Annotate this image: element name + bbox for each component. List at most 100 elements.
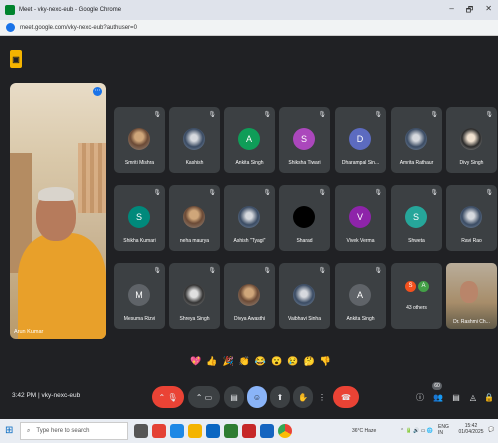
windows-start-icon[interactable]: ⊞ — [5, 425, 13, 436]
app-icon-1[interactable] — [152, 424, 166, 438]
participant-name: Ashish "Tyagi" — [233, 238, 266, 244]
participant-avatar — [460, 128, 482, 150]
chrome-icon[interactable] — [278, 424, 292, 438]
others-tile[interactable]: S A 43 others — [391, 263, 442, 329]
reactions-button[interactable]: ☺ — [247, 386, 267, 408]
participant-tile[interactable]: 🎙 Kashish — [169, 107, 220, 173]
participant-name: Vaibhavi Sinha — [288, 316, 321, 322]
participant-tile[interactable]: 🎙 Smriti Mishra — [114, 107, 165, 173]
participant-count-badge: 60 — [432, 382, 442, 390]
self-view-tile[interactable]: ⋯ Arun Kumar — [10, 83, 106, 339]
host-controls-button[interactable]: 🔒 — [482, 386, 496, 408]
meeting-info: 3:42 PM | vky-nexc-eub — [12, 392, 80, 399]
system-tray-icons[interactable]: ⌃ 🔋 🔊 ▭ 🌐 — [400, 428, 433, 434]
meeting-code: vky-nexc-eub — [41, 392, 81, 399]
camera-button[interactable]: ⌃ ▭ — [188, 386, 220, 408]
participant-tile[interactable]: 🎙 S Shikha Kumari — [114, 185, 165, 251]
more-options-icon[interactable]: ⋯ — [93, 87, 102, 96]
info-button[interactable]: ⓘ — [413, 386, 427, 408]
leave-call-button[interactable]: ☎ — [333, 386, 359, 408]
participant-name: Ravi Rao — [461, 238, 482, 244]
participant-avatar — [183, 284, 205, 306]
mic-off-icon: ⌃ 🎙 — [158, 392, 178, 402]
reaction-emoji[interactable]: 😂 — [255, 356, 266, 368]
participant-avatar — [183, 128, 205, 150]
participant-tile[interactable]: 🎙 Vaibhavi Sinha — [279, 263, 330, 329]
mic-off-icon: 🎙 — [263, 268, 271, 274]
participant-name: Vivek Verma — [346, 238, 375, 244]
search-icon: ⌕ — [27, 427, 31, 434]
participant-tile[interactable]: 🎙 Ashish "Tyagi" — [224, 185, 275, 251]
edge-icon[interactable] — [170, 424, 184, 438]
window-title: Meet - vky-nexc-eub - Google Chrome — [19, 7, 122, 13]
language-indicator[interactable]: ENG IN — [438, 424, 449, 436]
participant-tile[interactable]: 🎙 M Mesuma Rizvi — [114, 263, 165, 329]
people-icon: 👥 — [433, 392, 443, 402]
participant-avatar: D — [349, 128, 371, 150]
participant-tile[interactable]: 🎙 Divya Awasthi — [224, 263, 275, 329]
chat-button[interactable]: ▤ — [449, 386, 463, 408]
weather-text[interactable]: 36°C Haze — [352, 428, 376, 434]
mic-off-icon: 🎙 — [208, 268, 216, 274]
clock-date: 01/04/2025 — [458, 429, 484, 435]
reaction-emoji[interactable]: 😮 — [271, 356, 282, 368]
maximize-button[interactable]: 🗗 — [466, 4, 474, 18]
notification-icon[interactable]: 💬 — [488, 427, 494, 433]
participant-name: Dharampal Sin... — [341, 160, 380, 166]
app-icon-2[interactable] — [206, 424, 220, 438]
reaction-emoji[interactable]: 💖 — [190, 356, 201, 368]
reaction-emoji[interactable]: 😢 — [287, 356, 298, 368]
hand-icon: ✋ — [298, 392, 308, 402]
participant-tile[interactable]: 🎙 neha maurya — [169, 185, 220, 251]
reaction-emoji[interactable]: 🎉 — [222, 356, 233, 368]
mic-button[interactable]: ⌃ 🎙 — [152, 386, 184, 408]
activities-button[interactable]: ◬ — [466, 386, 480, 408]
participant-tile[interactable]: 🎙 Sharad — [279, 185, 330, 251]
more-options-button[interactable]: ⋮ — [316, 386, 328, 408]
meeting-controls-bar: 3:42 PM | vky-nexc-eub ⌃ 🎙 ⌃ ▭ ▤ ☺ ⬆ ✋ ⋮… — [0, 382, 498, 410]
meet-favicon-icon — [5, 5, 15, 15]
address-bar: meet.google.com/vky-nexc-eub?authuser=0 — [0, 20, 498, 36]
activities-icon[interactable]: ▣ — [10, 50, 22, 68]
captions-button[interactable]: ▤ — [224, 386, 244, 408]
reaction-emoji[interactable]: 👎 — [320, 356, 331, 368]
participant-tile[interactable]: 🎙 A Ankita Singh — [224, 107, 275, 173]
others-avatar-2: A — [418, 281, 429, 292]
minimize-button[interactable]: – — [449, 4, 453, 18]
site-info-icon[interactable] — [6, 23, 15, 32]
reaction-emoji[interactable]: 👏 — [239, 356, 250, 368]
mic-off-icon: 🎙 — [485, 190, 493, 196]
participant-tile[interactable]: 🎙 Shreya Singh — [169, 263, 220, 329]
mic-off-icon: 🎙 — [153, 190, 161, 196]
taskbar-search-placeholder: Type here to search — [36, 428, 90, 434]
hangup-icon: ☎ — [341, 392, 351, 402]
participant-tile[interactable]: 🎙 Divy Singh — [446, 107, 497, 173]
participant-avatar: S — [128, 206, 150, 228]
present-button[interactable]: ⬆ — [270, 386, 290, 408]
app-icon-5[interactable] — [260, 424, 274, 438]
reaction-emoji[interactable]: 👍 — [206, 356, 217, 368]
featured-participant-tile[interactable]: Dr. Rashmi Ch... — [446, 263, 497, 329]
taskbar-search[interactable]: ⌕ Type here to search — [20, 422, 128, 440]
participant-tile[interactable]: 🎙 Amrita Rathaur — [391, 107, 442, 173]
participant-tile[interactable]: 🎙 S Shweta — [391, 185, 442, 251]
participant-tile[interactable]: 🎙 A Ankita Singh — [335, 263, 386, 329]
raise-hand-button[interactable]: ✋ — [293, 386, 313, 408]
app-icon-3[interactable] — [224, 424, 238, 438]
task-view-icon[interactable] — [134, 424, 148, 438]
app-icon-4[interactable] — [242, 424, 256, 438]
reaction-emoji[interactable]: 🤔 — [304, 356, 315, 368]
participant-tile[interactable]: 🎙 S Shiksha Tiwari — [279, 107, 330, 173]
self-view-name: Arun Kumar — [14, 329, 44, 335]
participant-tile[interactable]: 🎙 V Vivek Verma — [335, 185, 386, 251]
file-explorer-icon[interactable] — [188, 424, 202, 438]
close-button[interactable]: ✕ — [485, 4, 492, 18]
participant-tile[interactable]: 🎙 D Dharampal Sin... — [335, 107, 386, 173]
participant-avatar — [238, 206, 260, 228]
taskbar-clock[interactable]: 15:42 01/04/2025 — [456, 423, 486, 435]
participant-avatar — [405, 128, 427, 150]
url-field[interactable]: meet.google.com/vky-nexc-eub?authuser=0 — [20, 25, 137, 31]
meeting-time: 3:42 PM — [12, 392, 37, 399]
emoji-icon: ☺ — [252, 392, 262, 402]
participant-tile[interactable]: 🎙 Ravi Rao — [446, 185, 497, 251]
